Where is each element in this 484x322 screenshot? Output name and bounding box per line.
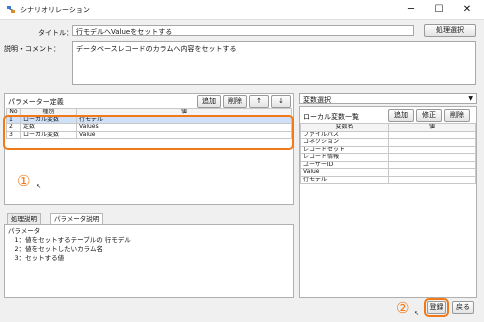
table-row[interactable]: レコードセット: [300, 145, 476, 154]
tab-parameter-description[interactable]: パラメータ説明: [50, 213, 104, 224]
table-row[interactable]: Value: [300, 168, 476, 177]
column-header-variable-name: 変数名: [300, 123, 389, 132]
variable-name: レコード情報: [300, 153, 389, 162]
window-title: シナリオリレーション: [20, 6, 90, 14]
table-row[interactable]: コネクション: [300, 138, 476, 147]
close-button[interactable]: ✕: [454, 2, 480, 18]
variable-name: レコードセット: [300, 145, 389, 154]
annotation-marker-1: ①: [17, 172, 31, 190]
maximize-button[interactable]: ☐: [426, 2, 452, 18]
table-header-row: 変数名 値: [300, 123, 476, 132]
title-label: タイトル：: [38, 29, 73, 37]
annotation-marker-2: ②: [396, 299, 410, 317]
var-delete-button[interactable]: 削除: [444, 109, 470, 122]
app-icon: [7, 6, 15, 13]
variable-name: 行モデル: [300, 175, 389, 184]
table-row[interactable]: ファイルパス: [300, 130, 476, 139]
parameter-panel-label: パラメーター定義: [8, 98, 64, 106]
description-label: 説明・コメント：: [4, 45, 60, 53]
register-button[interactable]: 登録: [427, 301, 446, 314]
description-value: データベースレコードのカラムへ内容をセットする: [76, 45, 237, 53]
param-up-button[interactable]: ↑: [249, 95, 269, 108]
process-select-button[interactable]: 処理選択: [424, 24, 476, 37]
description-line: 1：値をセットするテーブルの 行モデル: [8, 236, 131, 244]
param-add-button[interactable]: 追加: [197, 95, 221, 108]
cursor-icon: ↖: [414, 310, 420, 317]
variable-select-dropdown[interactable]: 変数選択 ▼: [299, 93, 477, 104]
param-delete-button[interactable]: 削除: [223, 95, 247, 108]
param-down-button[interactable]: ↓: [271, 95, 291, 108]
variable-name: ユーザーID: [300, 160, 389, 169]
highlight-box-parameters: [3, 115, 294, 150]
table-row[interactable]: レコード情報: [300, 153, 476, 162]
title-input-value: 行モデルへValueをセットする: [76, 28, 173, 36]
title-input[interactable]: 行モデルへValueをセットする: [72, 25, 414, 36]
variable-select-value: 変数選択: [303, 96, 331, 104]
variable-name: ファイルパス: [300, 130, 389, 139]
var-edit-button[interactable]: 修正: [416, 109, 442, 122]
parameter-description-pane: パラメータ 1：値をセットするテーブルの 行モデル 2：値をセットしたいカラム名…: [4, 224, 294, 298]
window-titlebar: シナリオリレーション ─ ☐ ✕: [0, 0, 484, 20]
table-row[interactable]: 行モデル: [300, 175, 476, 184]
variable-list-label: ローカル変数一覧: [303, 113, 359, 121]
minimize-button[interactable]: ─: [398, 2, 424, 18]
variable-name: Value: [300, 168, 389, 177]
description-line: 3：セットする値: [8, 254, 65, 262]
table-row[interactable]: ユーザーID: [300, 160, 476, 169]
var-add-button[interactable]: 追加: [388, 109, 414, 122]
back-button[interactable]: 戻る: [452, 301, 474, 314]
tab-process-description[interactable]: 処理説明: [7, 213, 41, 224]
chevron-down-icon: ▼: [468, 95, 473, 102]
column-header-variable-value: 値: [388, 123, 476, 132]
variable-panel: ローカル変数一覧 追加 修正 削除 変数名 値 ファイルパス コネクション レコ…: [299, 106, 477, 298]
cursor-icon: ↖: [36, 183, 42, 190]
description-textarea[interactable]: データベースレコードのカラムへ内容をセットする: [72, 41, 476, 85]
description-line: パラメータ: [8, 227, 41, 235]
variable-table: 変数名 値 ファイルパス コネクション レコードセット レコード情報 ユーザーI…: [300, 123, 476, 184]
variable-name: コネクション: [300, 138, 389, 147]
description-line: 2：値をセットしたいカラム名: [8, 245, 103, 253]
